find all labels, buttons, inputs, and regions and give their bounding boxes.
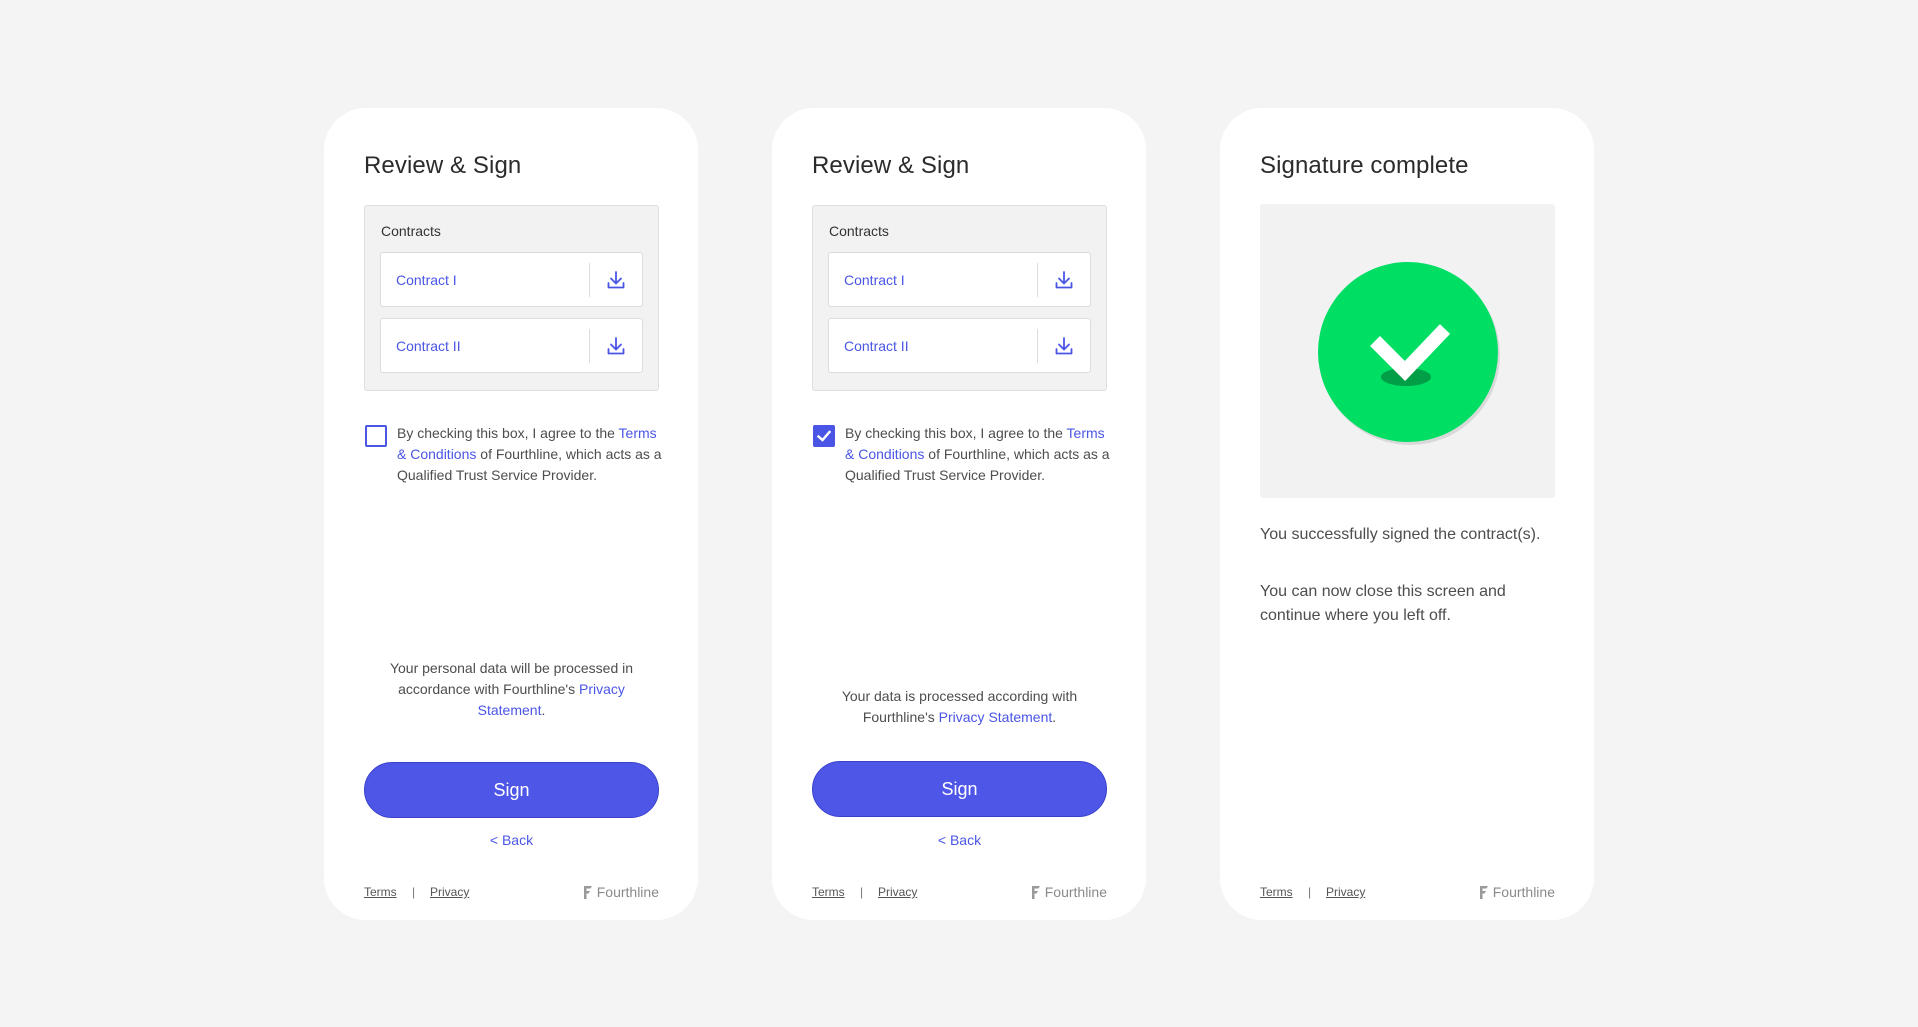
contract-row[interactable]: Contract I (380, 252, 643, 307)
page-title: Review & Sign (812, 152, 970, 179)
brand: Fourthline (1479, 884, 1555, 900)
brand: Fourthline (1031, 884, 1107, 900)
brand: Fourthline (583, 884, 659, 900)
privacy-statement-link[interactable]: Privacy Statement (939, 709, 1053, 725)
consent-prefix: By checking this box, I agree to the (397, 425, 619, 441)
contracts-panel: Contracts Contract I Contract II (812, 205, 1107, 391)
divider (1037, 329, 1038, 363)
success-illustration (1260, 204, 1555, 498)
contracts-label: Contracts (829, 223, 889, 239)
page-title: Review & Sign (364, 152, 522, 179)
footer-terms-link[interactable]: Terms (364, 885, 397, 899)
contract-link[interactable]: Contract I (844, 272, 905, 288)
fourthline-logo-icon (583, 885, 592, 899)
brand-name: Fourthline (1492, 884, 1555, 900)
back-link[interactable]: < Back (364, 832, 659, 848)
footer-separator: | (412, 885, 416, 899)
download-icon[interactable] (605, 335, 627, 357)
page-title: Signature complete (1260, 152, 1469, 179)
consent-text: By checking this box, I agree to the Ter… (397, 423, 662, 486)
fourthline-logo-icon (1479, 885, 1488, 899)
contract-row[interactable]: Contract I (828, 252, 1091, 307)
fourthline-logo-icon (1031, 885, 1040, 899)
review-sign-screen-checked: Review & Sign Contracts Contract I Contr… (772, 108, 1146, 920)
contract-row[interactable]: Contract II (828, 318, 1091, 373)
footer-separator: | (1308, 885, 1312, 899)
sign-button[interactable]: Sign (364, 762, 659, 818)
next-steps-message: You can now close this screen and contin… (1260, 583, 1506, 624)
contracts-label: Contracts (381, 223, 441, 239)
divider (1037, 263, 1038, 297)
contracts-panel: Contracts Contract I Contract II (364, 205, 659, 391)
review-sign-screen-unchecked: Review & Sign Contracts Contract I Contr… (324, 108, 698, 920)
signature-complete-screen: Signature complete You successfully sign… (1220, 108, 1594, 920)
privacy-note: Your data is processed according with Fo… (812, 686, 1107, 728)
divider (589, 329, 590, 363)
privacy-note: Your personal data will be processed in … (364, 658, 659, 721)
footer-privacy-link[interactable]: Privacy (878, 885, 917, 899)
terms-checkbox[interactable] (365, 425, 387, 447)
footer-separator: | (860, 885, 864, 899)
consent-prefix: By checking this box, I agree to the (845, 425, 1067, 441)
footer-privacy-link[interactable]: Privacy (430, 885, 469, 899)
footer-privacy-link[interactable]: Privacy (1326, 885, 1365, 899)
sign-button[interactable]: Sign (812, 761, 1107, 817)
contract-link[interactable]: Contract II (844, 338, 909, 354)
brand-name: Fourthline (1044, 884, 1107, 900)
footer: Terms | Privacy Fourthline (1260, 884, 1555, 903)
contract-link[interactable]: Contract II (396, 338, 461, 354)
footer-terms-link[interactable]: Terms (1260, 885, 1293, 899)
success-message: You successfully signed the contract(s). (1260, 526, 1541, 543)
success-check-icon (1318, 262, 1500, 445)
footer: Terms | Privacy Fourthline (812, 884, 1107, 903)
brand-name: Fourthline (596, 884, 659, 900)
contract-row[interactable]: Contract II (380, 318, 643, 373)
consent-text: By checking this box, I agree to the Ter… (845, 423, 1110, 486)
download-icon[interactable] (1053, 269, 1075, 291)
divider (589, 263, 590, 297)
download-icon[interactable] (605, 269, 627, 291)
terms-checkbox[interactable] (813, 425, 835, 447)
back-link[interactable]: < Back (812, 832, 1107, 848)
contract-link[interactable]: Contract I (396, 272, 457, 288)
privacy-suffix: . (541, 702, 546, 718)
footer: Terms | Privacy Fourthline (364, 884, 659, 903)
checkmark-icon (816, 430, 832, 442)
download-icon[interactable] (1053, 335, 1075, 357)
footer-terms-link[interactable]: Terms (812, 885, 845, 899)
privacy-suffix: . (1052, 709, 1057, 725)
